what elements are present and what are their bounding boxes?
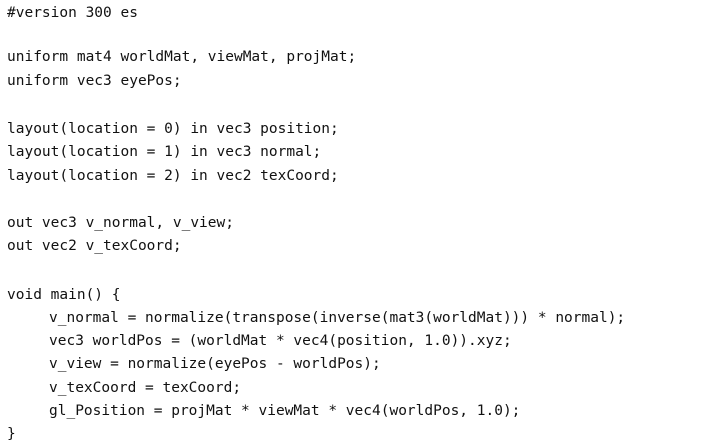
code-line-layout-position: layout(location = 0) in vec3 position; (7, 121, 339, 137)
code-line-out-normal-view: out vec3 v_normal, v_view; (7, 215, 234, 231)
code-line-texcoord-assign: v_texCoord = texCoord; (49, 380, 242, 396)
code-line-layout-normal: layout(location = 1) in vec3 normal; (7, 144, 322, 160)
code-line-worldpos-assign: vec3 worldPos = (worldMat * vec4(positio… (49, 333, 512, 349)
code-line-main-signature: void main() { (7, 287, 121, 303)
code-line-closing-brace: } (7, 426, 16, 442)
code-line-uniform-eyepos: uniform vec3 eyePos; (7, 73, 182, 89)
code-line-uniform-matrices: uniform mat4 worldMat, viewMat, projMat; (7, 49, 357, 65)
code-line-out-texcoord: out vec2 v_texCoord; (7, 238, 182, 254)
shader-code-listing: #version 300 es uniform mat4 worldMat, v… (7, 0, 707, 448)
code-line-gl-position-assign: gl_Position = projMat * viewMat * vec4(w… (49, 403, 521, 419)
code-line-layout-texcoord: layout(location = 2) in vec2 texCoord; (7, 168, 339, 184)
code-line-version: #version 300 es (7, 5, 138, 21)
code-line-view-assign: v_view = normalize(eyePos - worldPos); (49, 356, 381, 372)
code-line-normal-assign: v_normal = normalize(transpose(inverse(m… (49, 310, 626, 326)
